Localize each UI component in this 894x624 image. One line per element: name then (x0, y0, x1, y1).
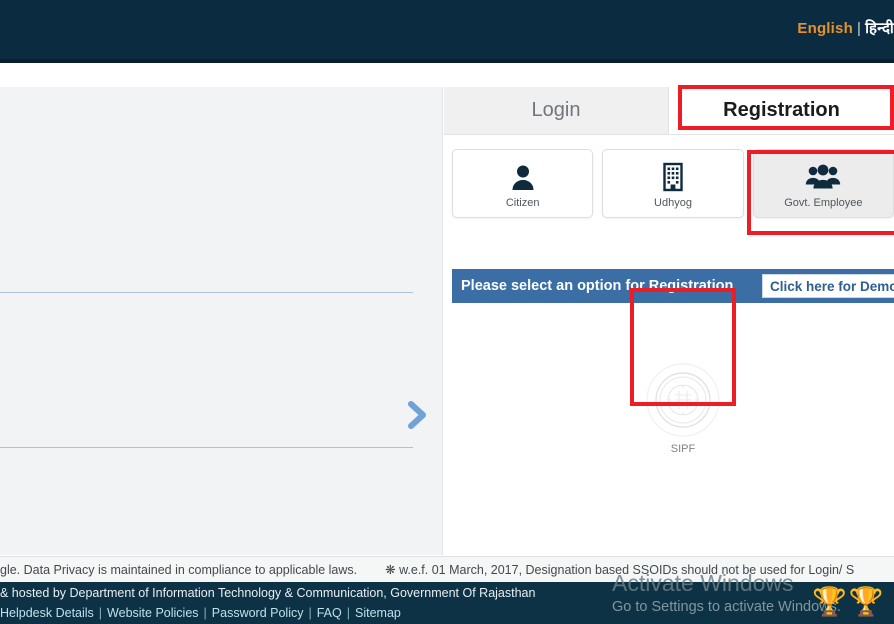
notice-privacy-text: gle. Data Privacy is maintained in compl… (0, 562, 358, 577)
footer-links: Helpdesk Details | Website Policies | Passwo… (0, 606, 401, 620)
building-icon (660, 158, 686, 196)
panel-divider-top (0, 292, 413, 293)
registration-category-cards: Citizen Udhyog Govt. Employee (452, 149, 894, 219)
footer-link-helpdesk-details[interactable]: Helpdesk Details (0, 606, 94, 620)
trophy-icon: 🏆🏆 (812, 586, 886, 617)
sipf-emblem-icon (641, 360, 725, 440)
auth-tabs: Login Registration (444, 87, 894, 135)
site-footer: & hosted by Department of Information Te… (0, 582, 894, 624)
registration-option-sipf[interactable]: SIPF (639, 360, 727, 460)
footer-link-password-policy[interactable]: Password Policy (212, 606, 304, 620)
tab-registration[interactable]: Registration (669, 87, 894, 134)
language-switcher[interactable]: English | हिन्दी (797, 18, 894, 38)
auth-panel: Login Registration Citizen Udhyog Govt. … (444, 87, 894, 555)
person-icon (510, 158, 536, 196)
language-hindi[interactable]: हिन्दी (865, 20, 894, 37)
category-card-govt-employee[interactable]: Govt. Employee (752, 149, 894, 218)
footer-link-separator: | (98, 606, 103, 620)
left-info-panel (0, 87, 443, 555)
panel-divider-bottom (0, 447, 413, 448)
footer-link-sitemap[interactable]: Sitemap (355, 606, 401, 620)
language-english[interactable]: English (797, 20, 853, 37)
footer-link-separator: | (203, 606, 207, 620)
page-body: Login Registration Citizen Udhyog Govt. … (0, 63, 894, 556)
category-card-label: Udhyog (654, 197, 692, 209)
language-separator: | (856, 20, 862, 37)
footer-link-separator: | (346, 606, 350, 620)
category-card-citizen[interactable]: Citizen (452, 149, 594, 218)
footer-link-website-policies[interactable]: Website Policies (107, 606, 198, 620)
notice-ticker: gle. Data Privacy is maintained in compl… (0, 556, 894, 582)
footer-link-separator: | (308, 606, 312, 620)
carousel-next-icon[interactable] (402, 397, 432, 433)
footer-credit-line: & hosted by Department of Information Te… (0, 586, 536, 600)
people-group-icon (805, 158, 841, 196)
category-card-udhyog[interactable]: Udhyog (602, 149, 744, 218)
notice-advisory-text: ❋ w.e.f. 01 March, 2017, Designation bas… (385, 563, 855, 577)
tab-login[interactable]: Login (444, 87, 669, 134)
demo-button[interactable]: Click here for Demo (762, 274, 894, 298)
category-card-label: Govt. Employee (784, 197, 863, 209)
registration-option-bar: Please select an option for Registration… (452, 269, 894, 303)
site-header: English | हिन्दी (0, 0, 894, 59)
ssoid-registration-screen: English | हिन्दी Login Registration Citi… (0, 0, 894, 624)
option-bar-prompt: Please select an option for Registration (461, 278, 734, 294)
sipf-label: SIPF (670, 443, 696, 455)
category-card-label: Citizen (505, 197, 540, 209)
footer-link-faq[interactable]: FAQ (317, 606, 342, 620)
